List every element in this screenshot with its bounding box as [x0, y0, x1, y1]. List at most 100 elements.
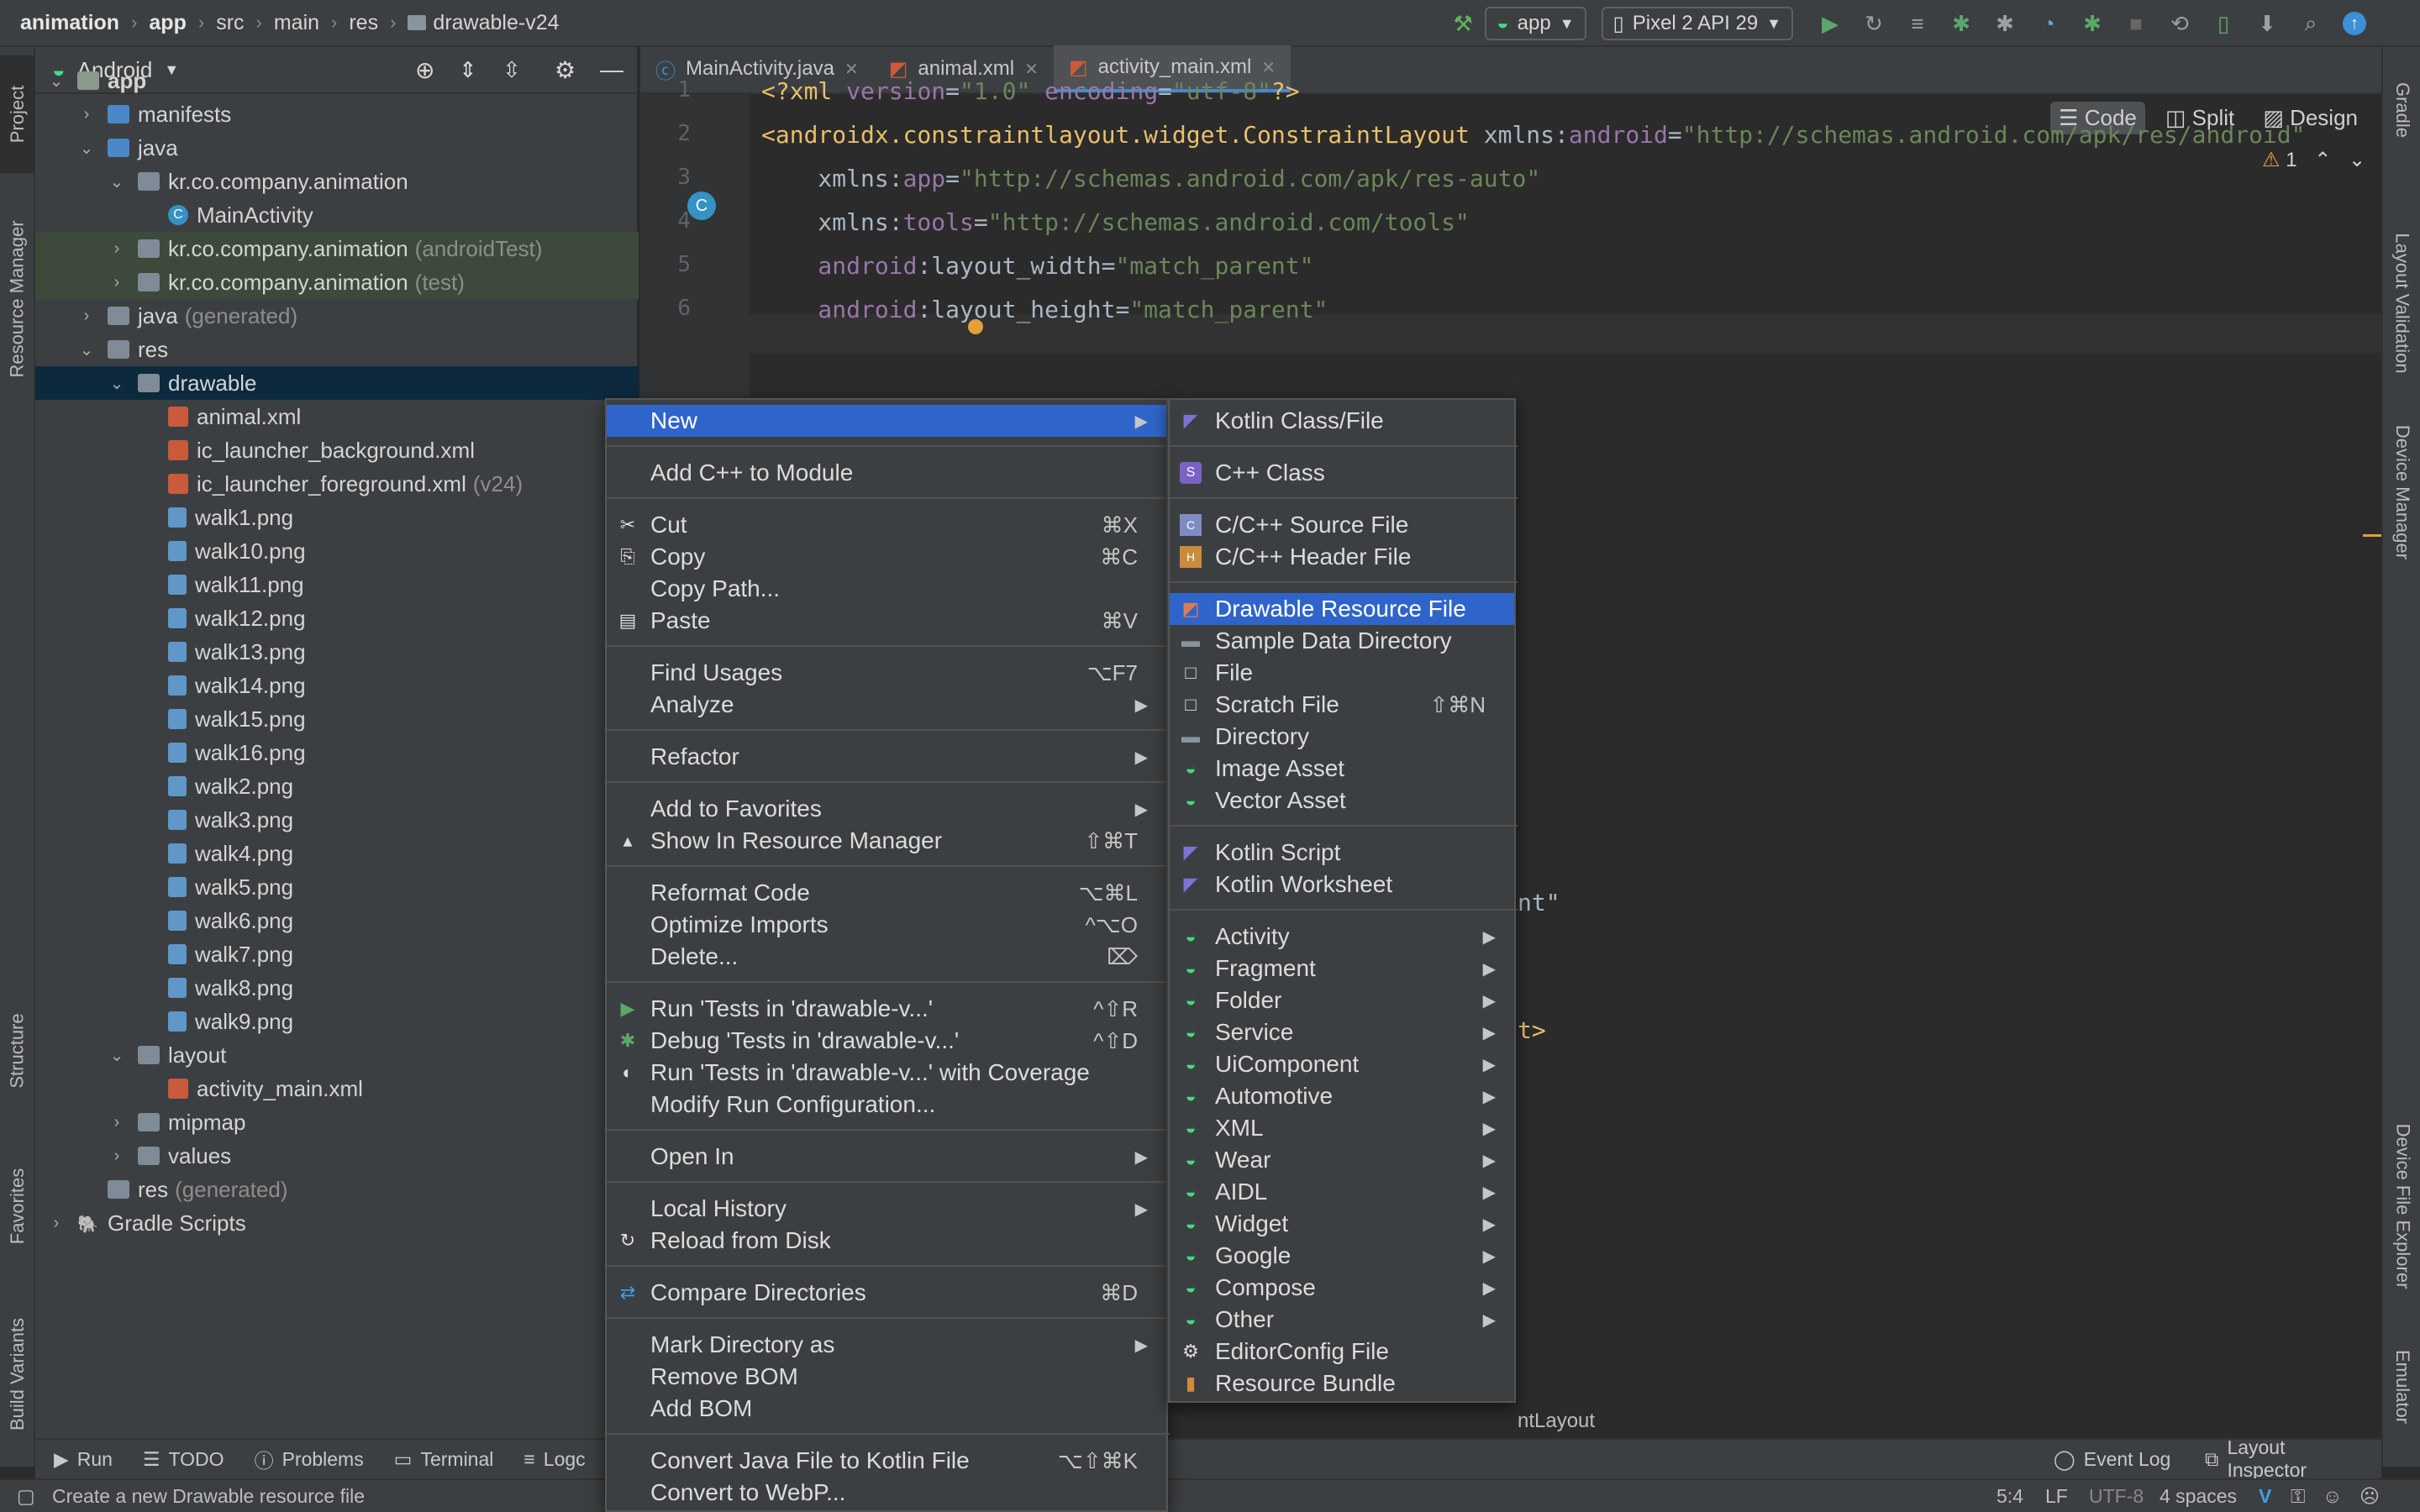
tree-node[interactable]: ⌄ app	[35, 64, 639, 97]
emulator-tool-tab[interactable]: Emulator	[2383, 1315, 2420, 1458]
chevron-right-icon[interactable]: ›	[77, 307, 96, 326]
breadcrumb-item[interactable]: drawable-v24	[433, 11, 559, 35]
chevron-down-icon[interactable]: ⌄	[108, 171, 126, 192]
breadcrumb-item[interactable]: animation	[20, 11, 119, 35]
file-encoding[interactable]: UTF-8	[2089, 1485, 2144, 1508]
chevron-right-icon[interactable]: ›	[47, 1214, 66, 1233]
lightbulb-icon[interactable]	[968, 319, 983, 334]
tree-node[interactable]: › kr.co.company.animation (test)	[35, 265, 639, 299]
menu-item-service[interactable]: ◒ Service ▶	[1170, 1016, 1514, 1048]
tree-node[interactable]: ⌄ layout	[35, 1038, 639, 1072]
menu-item-remove-bom[interactable]: Remove BOM	[607, 1361, 1166, 1393]
menu-item-analyze[interactable]: Analyze ▶	[607, 689, 1166, 721]
menu-item-kotlin-worksheet[interactable]: ◤ Kotlin Worksheet	[1170, 869, 1514, 900]
inspection-widget[interactable]: ⚠ 1 ⌃ ⌄	[2262, 148, 2365, 172]
tree-node[interactable]: › manifests	[35, 97, 639, 131]
menu-item-compose[interactable]: ◒ Compose ▶	[1170, 1272, 1514, 1304]
menu-item-editorconfig-file[interactable]: ⚙ EditorConfig File	[1170, 1336, 1514, 1368]
layout-validation-tool-tab[interactable]: Layout Validation	[2383, 190, 2420, 417]
tree-node[interactable]: walk1.png	[35, 501, 639, 534]
menu-item-c-c-header-file[interactable]: H C/C++ Header File	[1170, 541, 1514, 573]
menu-item-convert-java-file-to-kotlin-file[interactable]: Convert Java File to Kotlin File ⌥⇧⌘K	[607, 1445, 1166, 1477]
chevron-up-icon[interactable]: ⌃	[2314, 149, 2331, 171]
menu-item-debug-tests-in-drawable-v[interactable]: ✱ Debug 'Tests in 'drawable-v...' ^⇧D	[607, 1025, 1166, 1057]
menu-item-drawable-resource-file[interactable]: ◩ Drawable Resource File	[1170, 593, 1514, 625]
tree-node[interactable]: ⌄ kr.co.company.animation	[35, 165, 639, 198]
chevron-right-icon[interactable]: ›	[77, 105, 96, 124]
menu-item-vector-asset[interactable]: ◒ Vector Asset	[1170, 785, 1514, 816]
apply-code-changes-icon[interactable]: ≡	[1905, 11, 1930, 36]
tree-node[interactable]: C MainActivity	[35, 198, 639, 232]
menu-item-paste[interactable]: ▤ Paste ⌘V	[607, 605, 1166, 637]
menu-item-mark-directory-as[interactable]: Mark Directory as ▶	[607, 1329, 1166, 1361]
menu-item-xml[interactable]: ◒ XML ▶	[1170, 1112, 1514, 1144]
menu-item-new[interactable]: New ▶	[607, 405, 1166, 437]
lock-icon[interactable]: ⚿	[2291, 1485, 2306, 1508]
run-tool-tab[interactable]: ▶ Run	[54, 1448, 113, 1471]
menu-item-add-c-to-module[interactable]: Add C++ to Module	[607, 457, 1166, 489]
project-tool-tab[interactable]: Project	[0, 55, 35, 173]
tree-node[interactable]: walk6.png	[35, 904, 639, 937]
tree-node[interactable]: walk9.png	[35, 1005, 639, 1038]
favorites-tool-tab[interactable]: Favorites	[0, 1131, 35, 1282]
vcs-icon[interactable]: V	[2259, 1485, 2271, 1508]
menu-item-c-c-source-file[interactable]: C C/C++ Source File	[1170, 509, 1514, 541]
chevron-right-icon[interactable]: ›	[108, 1147, 126, 1166]
tree-node[interactable]: walk13.png	[35, 635, 639, 669]
tree-node[interactable]: walk14.png	[35, 669, 639, 702]
tree-node[interactable]: › mipmap	[35, 1105, 639, 1139]
menu-item-open-in[interactable]: Open In ▶	[607, 1141, 1166, 1173]
menu-item-image-asset[interactable]: ◒ Image Asset	[1170, 753, 1514, 785]
tree-node[interactable]: › kr.co.company.animation (androidTest)	[35, 232, 639, 265]
caret-position[interactable]: 5:4	[1996, 1485, 2023, 1508]
settings-icon[interactable]	[2386, 11, 2411, 36]
build-variants-tool-tab[interactable]: Build Variants	[0, 1290, 35, 1458]
menu-item-run-tests-in-drawable-v-with-coverage[interactable]: ◐ Run 'Tests in 'drawable-v...' with Cove…	[607, 1057, 1166, 1089]
breadcrumb-item[interactable]: src	[216, 11, 244, 35]
chevron-down-icon[interactable]: ⌄	[47, 71, 66, 92]
smiley-icon[interactable]: ☺	[2323, 1485, 2342, 1508]
tree-node[interactable]: ⌄ drawable	[35, 366, 639, 400]
menu-item-directory[interactable]: ▬ Directory	[1170, 721, 1514, 753]
menu-item-optimize-imports[interactable]: Optimize Imports ^⌥O	[607, 909, 1166, 941]
tree-node[interactable]: walk7.png	[35, 937, 639, 971]
tree-node[interactable]: walk8.png	[35, 971, 639, 1005]
close-icon[interactable]: ✕	[1024, 59, 1039, 80]
tree-node[interactable]: walk12.png	[35, 601, 639, 635]
tree-node[interactable]: walk16.png	[35, 736, 639, 769]
problems-tool-tab[interactable]: ⓘ Problems	[255, 1445, 364, 1473]
chevron-down-icon[interactable]: ⌄	[2349, 149, 2365, 171]
menu-item-fragment[interactable]: ◒ Fragment ▶	[1170, 953, 1514, 984]
menu-item-other[interactable]: ◒ Other ▶	[1170, 1304, 1514, 1336]
tree-node[interactable]: ⌄ java	[35, 131, 639, 165]
stop-icon[interactable]: ■	[2123, 11, 2149, 36]
close-icon[interactable]: ✕	[1261, 57, 1276, 78]
menu-item-kotlin-class-file[interactable]: ◤ Kotlin Class/File	[1170, 405, 1514, 437]
chevron-down-icon[interactable]: ⌄	[77, 339, 96, 360]
warning-stripe-marker[interactable]	[2363, 534, 2381, 537]
menu-item-add-bom[interactable]: Add BOM	[607, 1393, 1166, 1425]
event-log-tool-tab[interactable]: ◯ Event Log	[2054, 1448, 2170, 1471]
menu-item-find-usages[interactable]: Find Usages ⌥F7	[607, 657, 1166, 689]
device-manager-icon[interactable]: ▯	[2211, 11, 2236, 36]
tree-node[interactable]: walk10.png	[35, 534, 639, 568]
menu-item-copy-path[interactable]: Copy Path...	[607, 573, 1166, 605]
menu-item-cut[interactable]: ✂ Cut ⌘X	[607, 509, 1166, 541]
terminal-tool-tab[interactable]: ▭ Terminal	[394, 1448, 494, 1471]
sync-gradle-icon[interactable]: ⟲	[2167, 11, 2192, 36]
search-icon[interactable]: ⌕	[2298, 10, 2323, 36]
menu-item-widget[interactable]: ◒ Widget ▶	[1170, 1208, 1514, 1240]
layout-inspector-tool-tab[interactable]: ⧉ Layout Inspector	[2205, 1436, 2370, 1482]
editor-breadcrumb[interactable]: ntLayout	[1518, 1410, 1595, 1433]
run-config-select[interactable]: ◒ app ▼	[1485, 7, 1586, 40]
indent-setting[interactable]: 4 spaces	[2160, 1485, 2237, 1508]
menu-item-c-class[interactable]: S C++ Class	[1170, 457, 1514, 489]
menu-item-sample-data-directory[interactable]: ▬ Sample Data Directory	[1170, 625, 1514, 657]
menu-item-google[interactable]: ◒ Google ▶	[1170, 1240, 1514, 1272]
menu-item-folder[interactable]: ◒ Folder ▶	[1170, 984, 1514, 1016]
menu-item-reload-from-disk[interactable]: ↻ Reload from Disk	[607, 1225, 1166, 1257]
tree-node[interactable]: walk2.png	[35, 769, 639, 803]
smiley-sad-icon[interactable]: ☹	[2360, 1485, 2380, 1508]
tree-node[interactable]: walk3.png	[35, 803, 639, 837]
menu-item-run-tests-in-drawable-v[interactable]: ▶ Run 'Tests in 'drawable-v...' ^⇧R	[607, 993, 1166, 1025]
